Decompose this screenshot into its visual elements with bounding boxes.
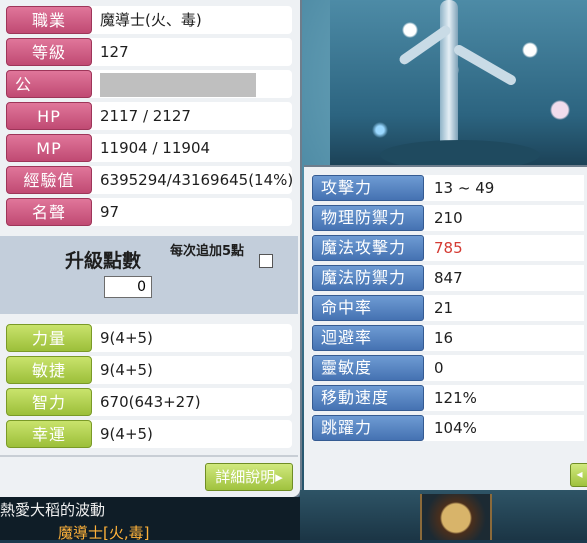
stat-row-str: 力量 9(4+5) [6, 324, 292, 352]
int-label: 智力 [6, 388, 92, 416]
level-value: 127 [100, 43, 129, 61]
stat-row-job: 職業 魔導士(火、毒) [6, 6, 292, 34]
str-value: 9(4+5) [100, 329, 153, 347]
fame-value: 97 [100, 203, 120, 221]
detail-row-hands: 靈敏度 0 [312, 355, 584, 381]
attack-label: 攻擊力 [312, 175, 424, 201]
level-label: 等級 [6, 38, 92, 66]
mp-value: 11904 / 11904 [100, 139, 211, 157]
stat-row-hp: HP 2117 / 2127 [6, 102, 292, 130]
weapon-def-value: 210 [434, 209, 463, 227]
avoid-label: 迴避率 [312, 325, 424, 351]
stat-row-exp: 經驗值 6395294/43169645(14%) [6, 166, 294, 194]
hands-value: 0 [434, 359, 444, 377]
stat-row-level: 等級 127 [6, 38, 292, 66]
detail-row-jump: 跳躍力 104% [312, 415, 584, 441]
stat-row-dex: 敏捷 9(4+5) [6, 356, 292, 384]
int-value: 670(643+27) [100, 393, 201, 411]
accuracy-label: 命中率 [312, 295, 424, 321]
magic-attack-label: 魔法攻擊力 [312, 235, 424, 261]
magic-attack-value: 785 [434, 239, 463, 257]
speed-value: 121% [434, 389, 477, 407]
luk-label: 幸運 [6, 420, 92, 448]
fame-label: 名聲 [6, 198, 92, 226]
hp-label: HP [6, 102, 92, 130]
attack-value: 13 ~ 49 [434, 179, 495, 197]
exp-label: 經驗值 [6, 166, 92, 194]
add-five-label: 每次追加5點 [170, 244, 245, 259]
luk-value: 9(4+5) [100, 425, 153, 443]
avoid-value: 16 [434, 329, 454, 347]
stat-row-guild: 公 [6, 70, 292, 98]
detail-button[interactable]: 詳細說明▸ [205, 463, 293, 491]
guild-label: 公 [6, 70, 92, 98]
ability-points-label: 升級點數 [65, 250, 142, 272]
stat-row-fame: 名聲 97 [6, 198, 292, 226]
dex-label: 敏捷 [6, 356, 92, 384]
hp-value: 2117 / 2127 [100, 107, 191, 125]
detail-row-accuracy: 命中率 21 [312, 295, 584, 321]
detail-row-weapon-def: 物理防禦力 210 [312, 205, 584, 231]
exp-value: 6395294/43169645(14%) [100, 171, 294, 189]
detail-row-magic-def: 魔法防禦力 847 [312, 265, 584, 291]
detail-stat-window: 攻擊力 13 ~ 49 物理防禦力 210 魔法攻擊力 785 魔法防禦力 84… [304, 165, 587, 492]
accuracy-value: 21 [434, 299, 454, 317]
weapon-def-label: 物理防禦力 [312, 205, 424, 231]
str-label: 力量 [6, 324, 92, 352]
ability-points-field[interactable]: 0 [104, 276, 152, 298]
character-portrait [420, 494, 492, 540]
detail-button-label: 詳細說明 [215, 468, 276, 486]
jump-value: 104% [434, 419, 477, 437]
detail-row-attack: 攻擊力 13 ~ 49 [312, 175, 584, 201]
job-label: 職業 [6, 6, 92, 34]
stat-row-mp: MP 11904 / 11904 [6, 134, 292, 162]
speed-label: 移動速度 [312, 385, 424, 411]
stat-row-luk: 幸運 9(4+5) [6, 420, 292, 448]
collapse-arrow-button[interactable]: ◂ [570, 463, 587, 487]
mp-label: MP [6, 134, 92, 162]
character-name-text: 熱愛大稻的波動 [0, 501, 106, 519]
detail-row-speed: 移動速度 121% [312, 385, 584, 411]
jump-label: 跳躍力 [312, 415, 424, 441]
detail-row-magic-attack: 魔法攻擊力 785 [312, 235, 584, 261]
divider [0, 455, 298, 457]
hands-label: 靈敏度 [312, 355, 424, 381]
stat-row-int: 智力 670(643+27) [6, 388, 292, 416]
dex-value: 9(4+5) [100, 361, 153, 379]
job-value: 魔導士(火、毒) [100, 11, 202, 29]
ability-points-panel: 升級點數 0 每次追加5點 [0, 236, 298, 314]
magic-def-label: 魔法防禦力 [312, 265, 424, 291]
guild-value-redacted [100, 73, 256, 97]
detail-row-avoid: 迴避率 16 [312, 325, 584, 351]
coral-trunk [440, 0, 458, 150]
add-five-checkbox[interactable] [259, 254, 273, 268]
character-stat-window: 職業 魔導士(火、毒) 等級 127 公 HP 2117 / 2127 MP 1… [0, 0, 302, 499]
magic-def-value: 847 [434, 269, 463, 287]
